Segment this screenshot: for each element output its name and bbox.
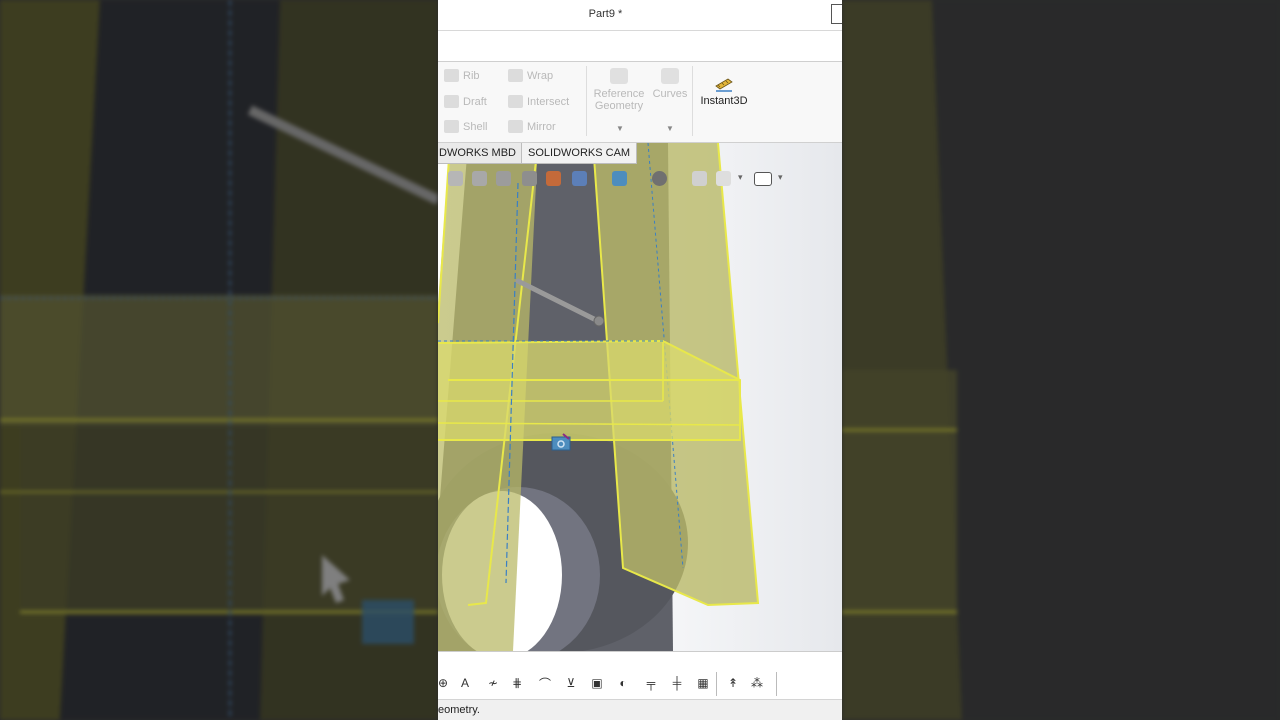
model-view — [438, 143, 760, 651]
restore-window-button[interactable] — [831, 4, 842, 24]
reference-geometry-icon — [610, 68, 628, 84]
centerline-icon[interactable]: ╪ — [668, 674, 686, 692]
reference-geometry-button[interactable]: Reference Geometry — [592, 68, 646, 112]
section-view-icon[interactable] — [522, 171, 537, 186]
intersect-label: Intersect — [527, 95, 570, 108]
display-style-icon[interactable] — [612, 171, 627, 186]
view-settings-icon[interactable] — [754, 172, 772, 186]
apply-scene-icon[interactable] — [716, 171, 731, 186]
mirror-label: Mirror — [527, 120, 556, 133]
status-text: eometry. — [438, 704, 480, 716]
solidworks-window: Part9 * Rib Draft Shell Wrap Intersect M… — [438, 0, 842, 720]
view-settings-dropdown-icon[interactable]: ▾ — [778, 172, 783, 183]
shell-button[interactable]: Shell — [444, 120, 487, 133]
draft-icon — [444, 95, 459, 108]
status-bar: eometry. — [438, 699, 842, 720]
left-blur-panel — [0, 0, 438, 720]
mirror-icon — [508, 120, 523, 133]
ribbon-separator — [692, 66, 693, 136]
rib-button[interactable]: Rib — [444, 69, 480, 82]
sketch-plane-icon — [551, 433, 571, 451]
wrap-icon — [508, 69, 523, 82]
mirror-button[interactable]: Mirror — [508, 120, 556, 133]
coordinate-point-icon[interactable]: ⁂ — [748, 674, 766, 692]
rib-label: Rib — [463, 69, 480, 82]
rib-icon — [444, 69, 459, 82]
sketch-spline-icon[interactable]: ≁ — [484, 674, 502, 692]
window-title: Part9 * — [588, 8, 623, 20]
instant3d-label: Instant3D — [700, 95, 748, 107]
features-ribbon: Rib Draft Shell Wrap Intersect Mirror Re… — [438, 62, 842, 143]
block-icon[interactable]: ▦ — [694, 674, 712, 692]
reference-geometry-line2: Geometry — [594, 100, 644, 112]
heads-up-view-toolbar: ▾ ▾ — [438, 166, 842, 192]
tab-solidworks-mbd[interactable]: DWORKS MBD — [438, 143, 523, 164]
shell-icon — [444, 120, 459, 133]
curves-label: Curves — [652, 88, 688, 100]
dimension-icon[interactable]: ⊕ — [438, 674, 452, 692]
note-icon[interactable]: ▣ — [588, 674, 606, 692]
menu-bar — [438, 31, 842, 62]
wrap-button[interactable]: Wrap — [508, 69, 553, 82]
toolbar-separator — [716, 672, 717, 696]
edit-appearance-icon[interactable] — [692, 171, 707, 186]
hide-show-items-icon[interactable] — [652, 171, 667, 186]
title-bar: Part9 * — [438, 0, 842, 31]
intersect-button[interactable]: Intersect — [508, 95, 569, 108]
wrap-label: Wrap — [527, 69, 554, 82]
graphics-area[interactable] — [438, 143, 842, 651]
instant3d-button[interactable]: Instant3D — [696, 76, 752, 107]
tab-solidworks-cam[interactable]: SOLIDWORKS CAM — [521, 143, 638, 164]
zoom-to-area-icon[interactable] — [472, 171, 487, 186]
zoom-to-fit-icon[interactable] — [448, 171, 463, 186]
command-manager-tabs: DWORKS MBD SOLIDWORKS CAM — [438, 143, 842, 164]
scene-dropdown-icon[interactable]: ▾ — [738, 172, 743, 183]
reference-point-icon[interactable]: ↟ — [724, 674, 742, 692]
dynamic-annotation-icon[interactable] — [546, 171, 561, 186]
surface-finish-icon[interactable]: ⌒ — [536, 674, 554, 692]
view-orientation-icon[interactable] — [572, 171, 587, 186]
instant3d-icon — [715, 78, 733, 92]
reference-geometry-line1: Reference — [593, 88, 645, 100]
curves-dropdown-icon[interactable]: ▼ — [666, 124, 674, 133]
intersect-icon — [508, 95, 523, 108]
curves-icon — [661, 68, 679, 84]
draft-label: Draft — [463, 95, 487, 108]
reference-geometry-dropdown-icon[interactable]: ▼ — [616, 124, 624, 133]
previous-view-icon[interactable] — [496, 171, 511, 186]
hole-callout-icon[interactable]: ╤ — [642, 674, 660, 692]
weld-symbol-icon[interactable]: ⊻ — [562, 674, 580, 692]
draft-button[interactable]: Draft — [444, 95, 487, 108]
bottom-command-toolbar: ⊕ A ≁ ⋕ ⌒ ⊻ ▣ ◐ ╤ ╪ ▦ ↟ ⁂ — [438, 651, 842, 699]
right-blur-panel — [842, 0, 1280, 720]
ribbon-separator — [586, 66, 587, 136]
curves-button[interactable]: Curves — [650, 68, 690, 100]
shell-label: Shell — [463, 120, 488, 133]
text-icon[interactable]: A — [456, 674, 474, 692]
toolbar-separator — [776, 672, 777, 696]
datum-icon[interactable]: ◐ — [614, 674, 632, 692]
hatch-icon[interactable]: ⋕ — [508, 674, 526, 692]
